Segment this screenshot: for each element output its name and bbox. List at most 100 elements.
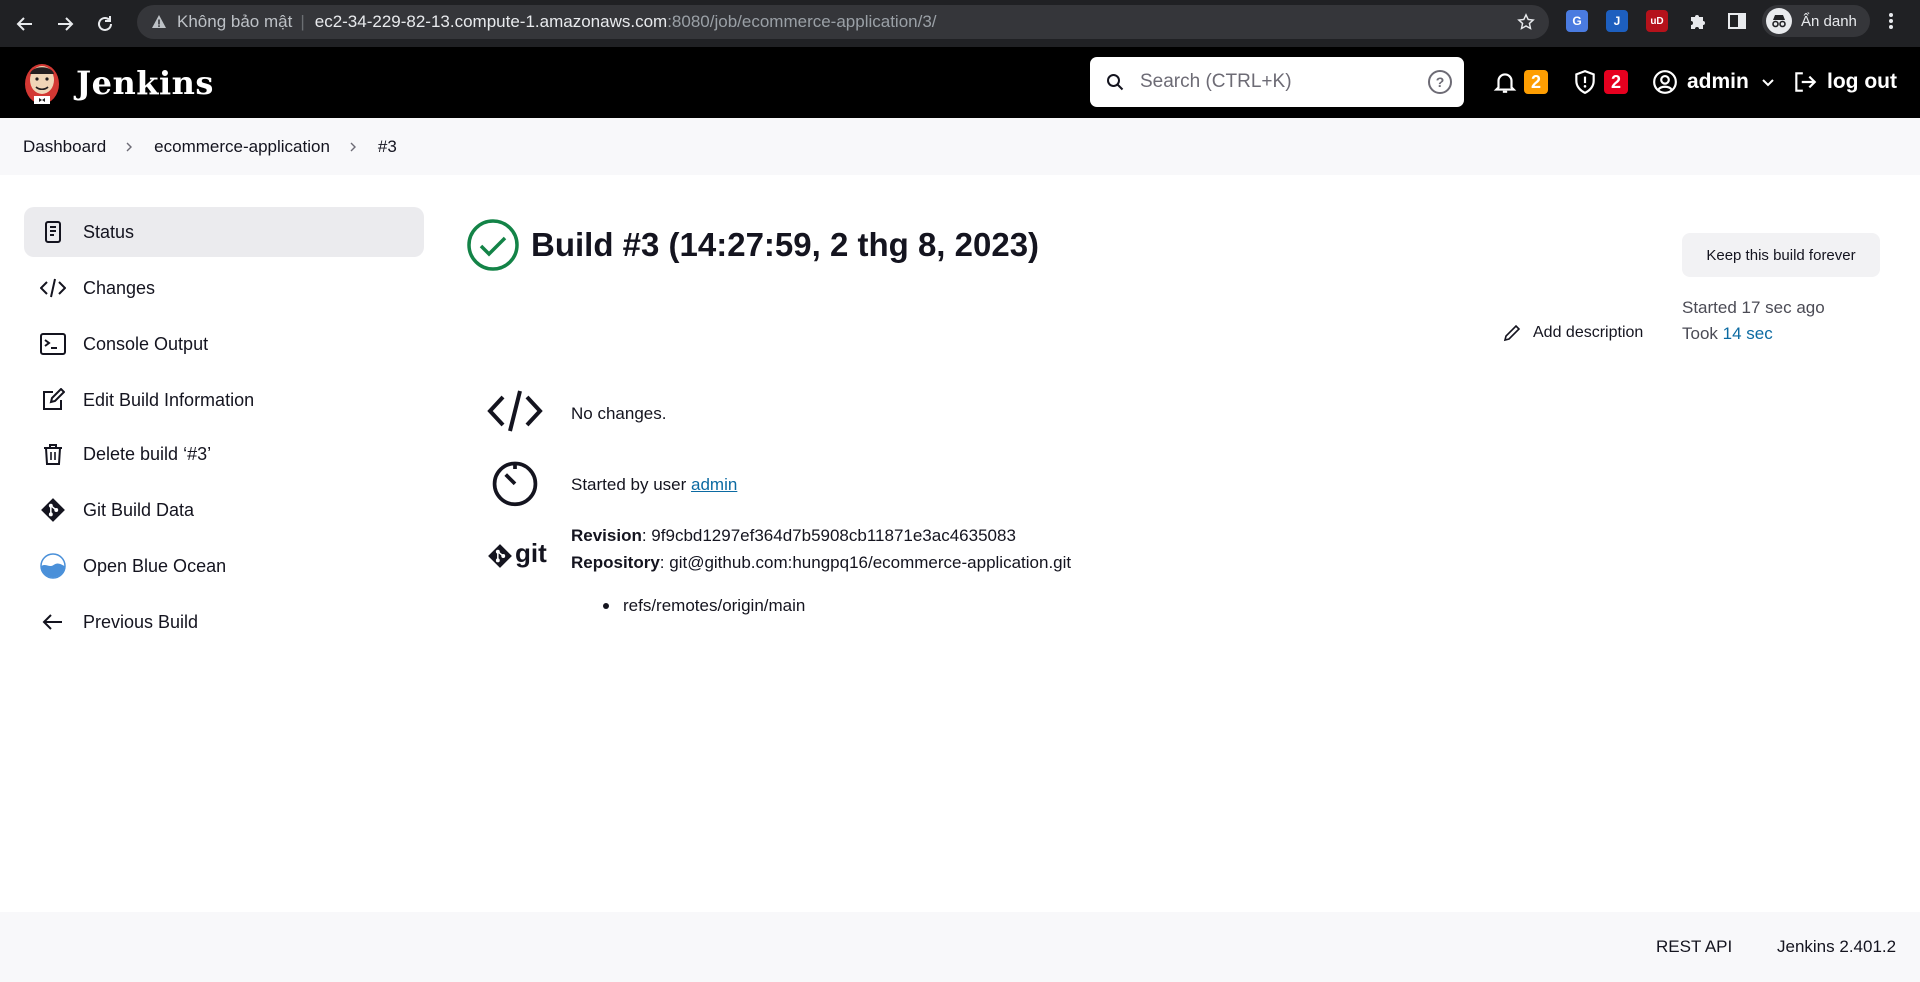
browser-menu-icon[interactable] <box>1884 10 1898 32</box>
search-help-icon[interactable]: ? <box>1428 70 1452 94</box>
build-duration: Took 14 sec <box>1682 324 1773 344</box>
back-icon[interactable] <box>12 11 38 37</box>
revision-line: Revision: 9f9cbd1297ef364d7b5908cb11871e… <box>571 526 1016 546</box>
chevron-right-icon <box>126 142 133 151</box>
build-duration-prefix: Took <box>1682 324 1718 343</box>
arrow-left-icon <box>40 609 66 635</box>
sidebar-item-delete-build[interactable]: Delete build ‘#3’ <box>24 429 424 479</box>
sidebar-item-label: Git Build Data <box>83 499 195 520</box>
logout-label: log out <box>1827 70 1897 93</box>
started-by-prefix: Started by user <box>571 475 687 494</box>
insecure-label: Không bảo mật <box>177 12 293 31</box>
extensions-puzzle-icon[interactable] <box>1686 10 1708 32</box>
incognito-profile[interactable]: Ẩn danh <box>1762 5 1870 37</box>
sidebar-item-changes[interactable]: Changes <box>24 263 424 313</box>
started-by-row <box>487 454 543 510</box>
extension-j-icon[interactable]: J <box>1606 10 1628 32</box>
chevron-right-icon <box>350 142 356 151</box>
jenkins-version-link[interactable]: Jenkins 2.401.2 <box>1777 937 1896 957</box>
jenkins-logo[interactable]: Jenkins <box>22 60 214 106</box>
jenkins-header: Jenkins ? 2 2 admin log out <box>0 47 1920 118</box>
logout-button[interactable]: log out <box>1792 69 1897 95</box>
bookmark-star-icon[interactable] <box>1517 13 1535 31</box>
sidebar-item-label: Open Blue Ocean <box>83 555 227 576</box>
jenkins-butler-icon <box>25 64 59 104</box>
bell-icon <box>1493 73 1517 93</box>
sidebar-item-label: Console Output <box>83 333 209 354</box>
search-input[interactable] <box>1140 71 1410 93</box>
revision-value: : 9f9cbd1297ef364d7b5908cb11871e3ac46350… <box>641 526 1016 545</box>
notifications-badge: 2 <box>1524 70 1548 94</box>
sidebar-item-git-build-data[interactable]: Git Build Data <box>24 485 424 535</box>
sidebar-item-label: Previous Build <box>83 611 199 632</box>
code-icon <box>487 383 543 439</box>
blue-ocean-icon <box>40 553 66 579</box>
security-badge: 2 <box>1604 70 1628 94</box>
git-logo-text: git <box>515 537 547 568</box>
changes-row <box>487 383 543 439</box>
sidebar-item-label: Edit Build Information <box>83 389 255 410</box>
success-check-icon <box>467 219 519 271</box>
reload-icon[interactable] <box>92 11 118 37</box>
rest-api-link[interactable]: REST API <box>1656 937 1732 957</box>
search-icon <box>1107 74 1124 91</box>
page-title: Build #3 (14:27:59, 2 thg 8, 2023) <box>531 226 1040 263</box>
build-started-time: Started 17 sec ago <box>1682 298 1825 317</box>
breadcrumb-dashboard[interactable]: Dashboard <box>23 137 106 157</box>
sidebar-item-blue-ocean[interactable]: Open Blue Ocean <box>24 541 424 591</box>
warning-icon <box>152 15 166 28</box>
user-icon <box>1653 70 1677 94</box>
forward-icon[interactable] <box>52 11 78 37</box>
git-logo-icon: git <box>487 528 553 584</box>
sidebar-item-label: Changes <box>83 277 156 298</box>
add-description-link[interactable]: Add description <box>1503 324 1643 342</box>
keep-build-forever-button[interactable]: Keep this build forever <box>1682 233 1880 277</box>
user-name: admin <box>1687 70 1749 93</box>
breadcrumb: Dashboard ecommerce-application #3 <box>0 118 1920 175</box>
timer-icon <box>487 454 543 510</box>
security-button[interactable]: 2 <box>1572 69 1628 95</box>
chevron-down-icon <box>1762 79 1774 87</box>
sidebar-item-status[interactable]: Status <box>24 207 424 257</box>
sidebar-item-previous-build[interactable]: Previous Build <box>24 597 424 647</box>
breadcrumb-job[interactable]: ecommerce-application <box>154 137 330 157</box>
edit-icon <box>40 387 66 413</box>
search-box[interactable]: ? <box>1090 57 1464 107</box>
code-icon <box>40 275 66 301</box>
sidebar-item-label: Delete build ‘#3’ <box>83 443 212 464</box>
incognito-icon <box>1766 8 1792 34</box>
status-icon <box>40 219 66 245</box>
no-changes-text: No changes. <box>571 404 667 423</box>
user-menu[interactable]: admin <box>1652 69 1775 95</box>
logout-icon <box>1795 72 1817 92</box>
url-host: ec2-34-229-82-13.compute-1.amazonaws.com <box>314 12 668 31</box>
git-icon <box>40 497 66 523</box>
pencil-icon <box>1503 324 1521 342</box>
breadcrumb-build[interactable]: #3 <box>378 137 397 157</box>
list-item: refs/remotes/origin/main <box>603 596 805 616</box>
branch-ref: refs/remotes/origin/main <box>623 596 806 615</box>
jenkins-brand: Jenkins <box>76 64 214 102</box>
trash-icon <box>40 441 66 467</box>
repository-label: Repository <box>571 553 660 572</box>
add-description-label: Add description <box>1533 324 1644 341</box>
terminal-icon <box>40 331 66 357</box>
revision-label: Revision <box>571 526 642 545</box>
sidebar-item-edit-build-info[interactable]: Edit Build Information <box>24 375 424 425</box>
url-path: :8080/job/ecommerce-application/3/ <box>667 12 937 31</box>
address-bar[interactable]: Không bảo mật | ec2-34-229-82-13.compute… <box>137 5 1549 39</box>
sidebar-item-label: Status <box>83 221 135 242</box>
side-panel-icon[interactable] <box>1726 10 1748 32</box>
git-row: git <box>487 528 553 584</box>
page-footer: REST API Jenkins 2.401.2 <box>0 912 1920 982</box>
google-translate-icon[interactable]: G <box>1566 10 1588 32</box>
ublock-icon[interactable]: uD <box>1646 10 1668 32</box>
started-by-user-link[interactable]: admin <box>691 475 737 494</box>
notifications-button[interactable]: 2 <box>1492 69 1548 95</box>
sidebar-item-console-output[interactable]: Console Output <box>24 319 424 369</box>
profile-label: Ẩn danh <box>1801 12 1857 30</box>
repository-line: Repository: git@github.com:hungpq16/ecom… <box>571 553 1071 573</box>
build-duration-link[interactable]: 14 sec <box>1723 324 1773 343</box>
repository-value: : git@github.com:hungpq16/ecommerce-appl… <box>659 553 1072 572</box>
build-heading: Build #3 (14:27:59, 2 thg 8, 2023) <box>467 219 1039 271</box>
